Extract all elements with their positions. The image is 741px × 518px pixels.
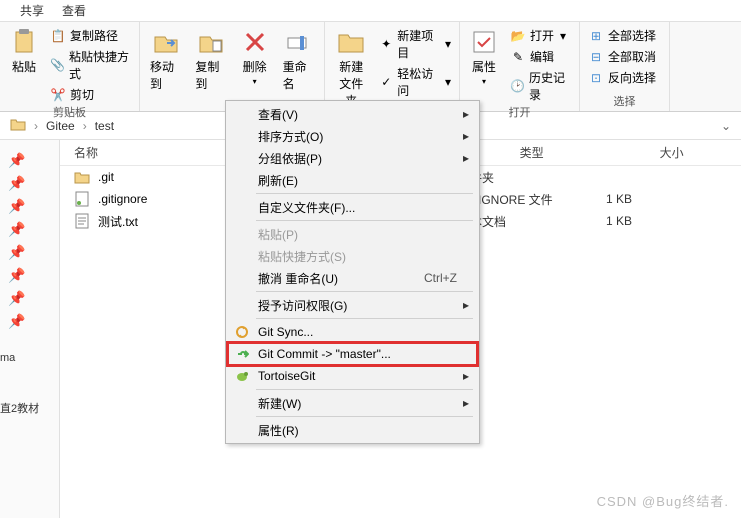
context-menu: 查看(V)▸ 排序方式(O)▸ 分组依据(P)▸ 刷新(E) 自定义文件夹(F)… [225,100,480,444]
edit-icon: ✎ [510,49,526,65]
copyto-icon [197,28,225,56]
path-icon: 📋 [50,28,66,44]
col-type[interactable]: 类型 [520,144,660,161]
git-sync-icon [234,324,250,340]
copyto-button[interactable]: 复制到 [191,26,230,94]
paste-label: 粘贴 [12,58,36,75]
pin-icon[interactable]: 📌 [8,152,59,169]
open-icon: 📂 [510,28,526,44]
shortcut-icon: 📎 [50,57,65,73]
pin-icon[interactable]: 📌 [8,221,59,238]
chevron-right-icon: ▸ [463,298,469,312]
invert-button[interactable]: ⊡反向选择 [586,68,658,87]
chevron-right-icon: ▸ [463,107,469,121]
chevron-right-icon: ▸ [463,151,469,165]
history-icon: 🕑 [510,78,525,94]
menu-group[interactable]: 分组依据(P)▸ [228,147,477,169]
open-button[interactable]: 📂打开▾ [508,26,573,45]
easyaccess-button[interactable]: ✓轻松访问▾ [377,64,453,100]
col-size[interactable]: 大小 [660,144,740,161]
gitignore-icon [74,191,90,207]
ribbon: 粘贴 📋复制路径 📎粘贴快捷方式 ✂️剪切 剪贴板 移动到 复制到 删除▾ 重命… [0,22,741,112]
copypath-button[interactable]: 📋复制路径 [48,26,133,45]
menu-tortoisegit[interactable]: TortoiseGit▸ [228,365,477,387]
paste-button[interactable]: 粘贴 [6,26,42,77]
easy-icon: ✓ [379,74,393,90]
side-label-1[interactable]: ma [0,352,15,364]
tab-share[interactable]: 共享 [20,2,44,19]
title-tabs: 共享 查看 [0,0,741,22]
menu-custom-folder[interactable]: 自定义文件夹(F)... [228,196,477,218]
tab-view[interactable]: 查看 [62,2,86,19]
folder-icon [337,28,365,56]
menu-paste: 粘贴(P) [228,223,477,245]
menu-separator [256,291,473,292]
quick-access-sidebar: 📌 📌 📌 📌 📌 📌 📌 📌 ma 直2教材 [0,140,60,518]
moveto-icon [152,28,180,56]
txt-icon [74,213,90,229]
select-group-label: 选择 [586,93,663,109]
folder-small-icon [10,117,26,134]
selectall-button[interactable]: ⊞全部选择 [586,26,658,45]
menu-git-sync[interactable]: Git Sync... [228,321,477,343]
pin-icon[interactable]: 📌 [8,198,59,215]
pin-icon[interactable]: 📌 [8,267,59,284]
pin-icon[interactable]: 📌 [8,313,59,330]
delete-button[interactable]: 删除▾ [237,26,273,88]
menu-separator [256,193,473,194]
chevron-right-icon: ▸ [463,369,469,383]
menu-new[interactable]: 新建(W)▸ [228,392,477,414]
edit-button[interactable]: ✎编辑 [508,47,573,66]
breadcrumb-gitee[interactable]: Gitee [46,119,75,133]
menu-separator [256,318,473,319]
side-label-2[interactable]: 直2教材 [0,400,39,416]
delete-icon [241,28,269,56]
pin-icon[interactable]: 📌 [8,244,59,261]
chevron-right-icon: ▸ [463,396,469,410]
newitem-button[interactable]: ✦新建项目▾ [377,26,453,62]
selectall-icon: ⊞ [588,28,604,44]
properties-button[interactable]: 属性▾ [466,26,502,88]
watermark: CSDN @Bug终结者. [597,491,729,510]
chevron-down-icon[interactable]: ⌄ [721,119,731,133]
rename-button[interactable]: 重命名 [279,26,318,94]
menu-sort[interactable]: 排序方式(O)▸ [228,125,477,147]
menu-properties[interactable]: 属性(R) [228,419,477,441]
menu-separator [256,220,473,221]
menu-git-commit[interactable]: Git Commit -> "master"... [228,343,477,365]
pin-icon[interactable]: 📌 [8,175,59,192]
menu-view[interactable]: 查看(V)▸ [228,103,477,125]
pin-icon[interactable]: 📌 [8,290,59,307]
cut-button[interactable]: ✂️剪切 [48,85,133,104]
scissors-icon: ✂️ [50,87,66,103]
menu-separator [256,416,473,417]
menu-separator [256,389,473,390]
newfolder-button[interactable]: 新建 文件夹 [331,26,371,111]
moveto-button[interactable]: 移动到 [146,26,185,94]
menu-grant-access[interactable]: 授予访问权限(G)▸ [228,294,477,316]
menu-undo[interactable]: 撤消 重命名(U)Ctrl+Z [228,267,477,289]
newitem-icon: ✦ [379,36,393,52]
selectnone-icon: ⊟ [588,49,604,65]
invert-icon: ⊡ [588,70,604,86]
chevron-right-icon: ▸ [463,129,469,143]
menu-paste-shortcut: 粘贴快捷方式(S) [228,245,477,267]
clipboard-icon [10,28,38,56]
pasteshortcut-button[interactable]: 📎粘贴快捷方式 [48,47,133,83]
chevron-right-icon[interactable]: › [83,119,87,133]
tortoise-icon [234,368,250,384]
git-commit-icon [234,346,250,362]
selectnone-button[interactable]: ⊟全部取消 [586,47,658,66]
check-icon [470,28,498,56]
rename-icon [284,28,312,56]
breadcrumb-test[interactable]: test [95,119,114,133]
menu-refresh[interactable]: 刷新(E) [228,169,477,191]
folder-icon [74,169,90,185]
chevron-right-icon[interactable]: › [34,119,38,133]
history-button[interactable]: 🕑历史记录 [508,68,573,104]
